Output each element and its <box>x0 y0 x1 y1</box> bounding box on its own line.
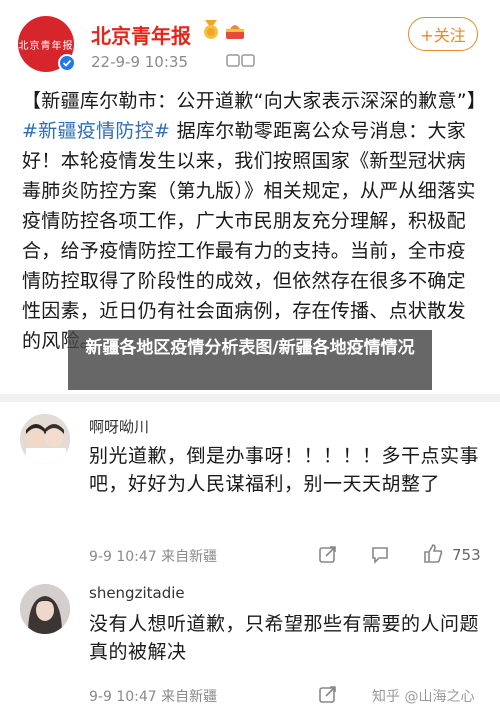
section-divider <box>0 394 500 402</box>
author-name[interactable]: 北京青年报 <box>91 20 191 49</box>
repost-icon[interactable] <box>318 544 338 564</box>
hashtag-link[interactable]: #新疆疫情防控# <box>22 120 170 142</box>
commenter-avatar[interactable] <box>20 414 70 464</box>
medal-icon <box>204 20 218 39</box>
commenter-name[interactable]: 啊呀呦川 <box>89 416 149 437</box>
device-icon <box>226 54 255 67</box>
verified-icon <box>58 54 76 72</box>
follow-button[interactable]: +关注 <box>408 17 478 51</box>
post-headline: 【新疆库尔勒市：公开道歉“向大家表示深深的歉意”】 <box>22 90 487 112</box>
comment-item: 啊呀呦川 别光道歉，倒是办事呀！！！！！多干点实事吧，好好为人民谋福利，别一天天… <box>0 402 500 572</box>
like-icon[interactable] <box>422 542 444 564</box>
commenter-avatar[interactable] <box>20 584 70 634</box>
comment-icon[interactable] <box>370 544 390 564</box>
post-body: 【新疆库尔勒市：公开道歉“向大家表示深深的歉意”】 #新疆疫情防控# 据库尔勒零距… <box>22 86 487 356</box>
comment-meta: 9-9 10:47 来自新疆 <box>89 549 218 565</box>
post-timestamp: 22-9-9 10:35 <box>91 53 188 71</box>
comment-text: 别光道歉，倒是办事呀！！！！！多干点实事吧，好好为人民谋福利，别一天天胡整了 <box>89 445 480 495</box>
repost-icon[interactable] <box>318 684 338 704</box>
cake-icon <box>226 25 244 39</box>
watermark: 知乎 @山海之心 <box>372 689 475 705</box>
author-avatar-text: 北京青年报 <box>18 40 74 52</box>
overlay-title: 新疆各地区疫情分析表图/新疆各地疫情情况 <box>85 338 415 358</box>
title-overlay: 新疆各地区疫情分析表图/新疆各地疫情情况 <box>68 330 432 390</box>
post-text: 据库尔勒零距离公众号消息：大家好！本轮疫情发生以来，我们按照国家《新型冠状病毒肺… <box>22 120 476 352</box>
comment-text: 没有人想听道歉，只希望那些有需要的人问题真的被解决 <box>89 613 480 663</box>
like-count: 753 <box>452 546 481 564</box>
post-header: 北京青年报 北京青年报 22-9-9 10:35 +关注 <box>0 0 500 80</box>
commenter-name[interactable]: shengzitadie <box>89 584 185 602</box>
comment-meta: 9-9 10:47 来自新疆 <box>89 689 218 705</box>
